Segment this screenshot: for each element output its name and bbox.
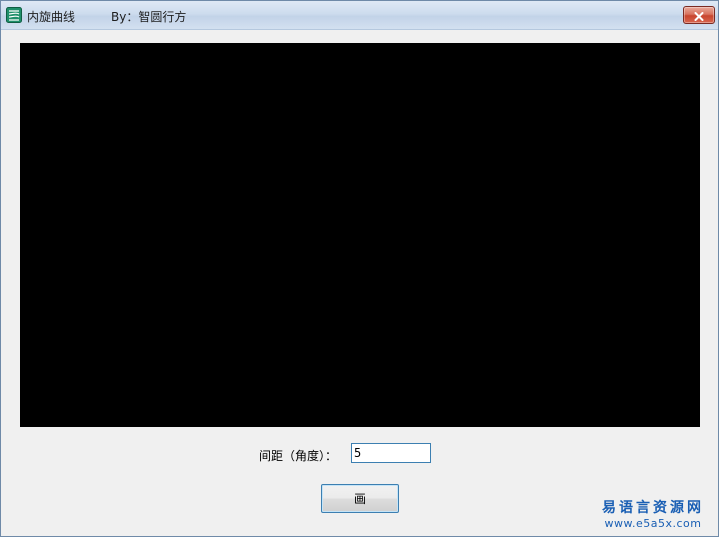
- close-button[interactable]: [683, 6, 715, 24]
- app-window: 内旋曲线 By：智圆行方 间距（角度）： 画 易语言资源网 www.e5a5x.…: [0, 0, 719, 537]
- interval-input[interactable]: [351, 443, 431, 463]
- drawing-canvas: [20, 43, 700, 427]
- site-watermark: 易语言资源网 www.e5a5x.com: [589, 499, 717, 531]
- title-bar[interactable]: 内旋曲线 By：智圆行方: [1, 1, 718, 30]
- draw-button[interactable]: 画: [321, 484, 399, 513]
- app-icon: [6, 7, 22, 23]
- close-icon: [694, 6, 704, 25]
- watermark-url: www.e5a5x.com: [604, 517, 702, 530]
- watermark-site-name: 易语言资源网: [602, 500, 704, 516]
- interval-label: 间距（角度）：: [259, 449, 338, 463]
- window-title: 内旋曲线: [27, 10, 76, 24]
- window-author: By：智圆行方: [111, 10, 187, 24]
